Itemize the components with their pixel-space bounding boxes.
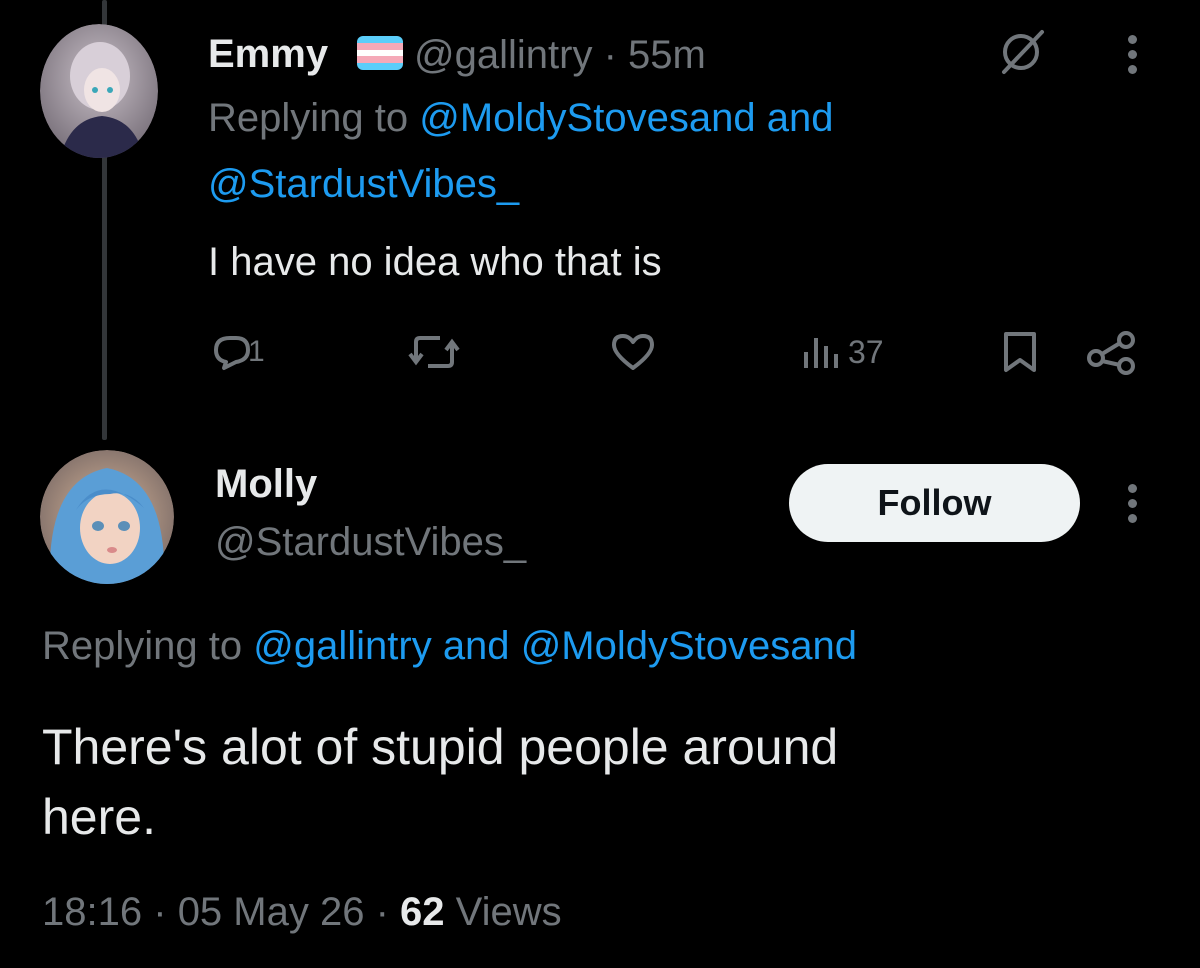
mention-link[interactable]: @gallintry (253, 624, 431, 668)
avatar[interactable] (40, 24, 158, 158)
mention-link[interactable]: @MoldyStovesand (521, 624, 857, 668)
reply-count: 1 (248, 335, 265, 368)
share-icon[interactable] (1084, 328, 1140, 376)
reply-author-name[interactable]: Emmy (208, 32, 328, 77)
main-author-handle[interactable]: @StardustVibes_ (215, 520, 526, 565)
main-tweet-text-line: There's alot of stupid people around (42, 719, 839, 775)
meta-separator: · (375, 890, 389, 934)
like-icon[interactable] (610, 332, 656, 372)
views-icon (800, 332, 844, 372)
main-author-name[interactable]: Molly (215, 462, 317, 507)
views-count: 37 (848, 333, 884, 370)
main-tweet-text: There's alot of stupid people around her… (42, 712, 838, 852)
main-timestamp-date[interactable]: 05 May 26 (178, 890, 365, 934)
reply-author-handle[interactable]: @gallintry (414, 33, 592, 77)
reply-timestamp[interactable]: 55m (628, 33, 706, 77)
views-action[interactable]: 37 (800, 332, 884, 372)
main-tweet-text-line: here. (42, 789, 156, 845)
mention-and: and (766, 96, 834, 140)
reply-action[interactable]: 1 (210, 332, 265, 372)
meta-separator: · (153, 890, 167, 934)
main-views-count[interactable]: 62 (400, 890, 445, 934)
more-options-icon[interactable] (1128, 35, 1140, 80)
mention-and: and (442, 624, 510, 668)
avatar[interactable] (40, 450, 174, 584)
meta-separator: · (603, 33, 617, 77)
transgender-flag-icon (357, 36, 403, 70)
reply-text: I have no idea who that is (208, 240, 662, 284)
main-views-label: Views (455, 890, 562, 934)
mention-link[interactable]: @MoldyStovesand (419, 96, 755, 140)
bookmark-icon[interactable] (1002, 330, 1038, 374)
main-timestamp-time[interactable]: 18:16 (42, 890, 142, 934)
replying-to-label: Replying to (42, 624, 243, 668)
replying-to-label: Replying to (208, 96, 409, 140)
more-options-icon[interactable] (1128, 484, 1140, 529)
retweet-icon[interactable] (406, 332, 462, 372)
mention-link[interactable]: @StardustVibes_ (208, 162, 519, 207)
grok-icon[interactable] (996, 28, 1050, 76)
follow-button[interactable]: Follow (789, 464, 1080, 542)
